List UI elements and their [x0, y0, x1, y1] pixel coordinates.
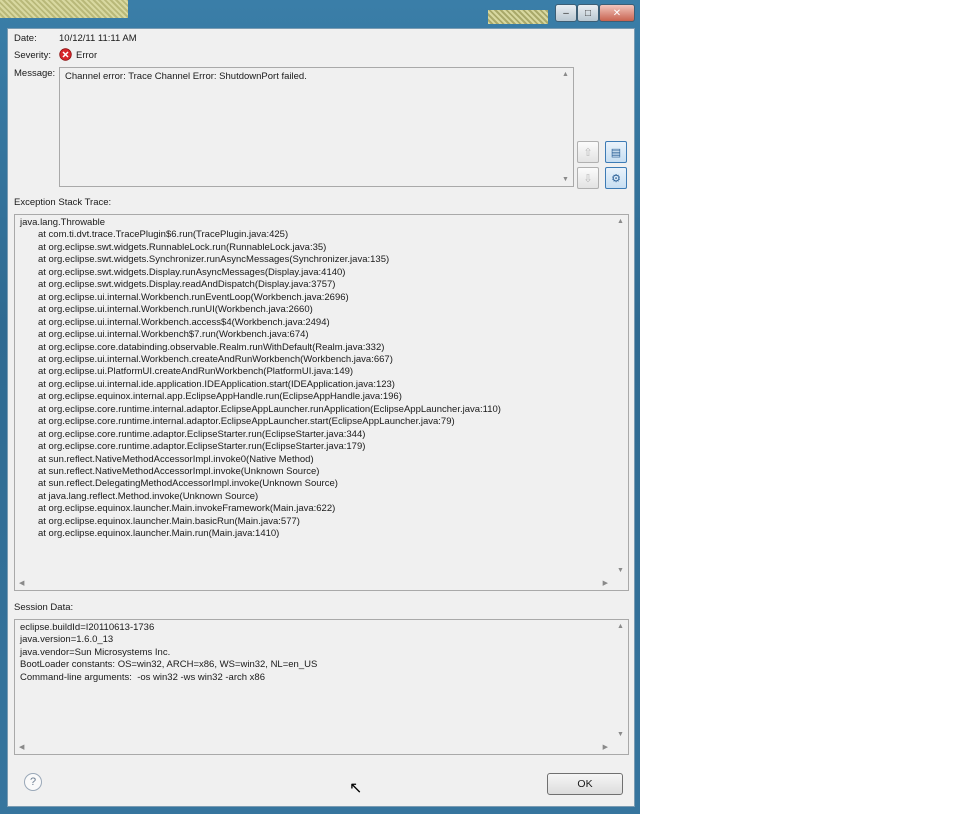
- scroll-up-icon[interactable]: ▲: [617, 218, 624, 225]
- title-bar[interactable]: – □ ✕: [0, 0, 640, 28]
- session-data-box[interactable]: eclipse.buildId=I20110613-1736 java.versi…: [14, 619, 629, 755]
- ok-button[interactable]: OK: [547, 773, 623, 795]
- title-bar-pattern: [0, 0, 128, 18]
- scroll-left-icon[interactable]: ◀: [19, 743, 24, 751]
- session-data-line: java.version=1.6.0_13: [20, 634, 114, 646]
- message-text: Channel error: Trace Channel Error: Shut…: [65, 71, 307, 82]
- scroll-up-icon[interactable]: ▲: [617, 623, 624, 630]
- scroll-right-icon[interactable]: ▶: [603, 743, 608, 751]
- stack-trace-line: at org.eclipse.equinox.launcher.Main.bas…: [38, 515, 300, 527]
- session-data-text: eclipse.buildId=I20110613-1736 java.versi…: [20, 622, 610, 740]
- stack-trace-box[interactable]: java.lang.Throwable at com.ti.dvt.trace.T…: [14, 214, 629, 591]
- previous-entry-button[interactable]: ⇧: [577, 141, 599, 163]
- stack-trace-label: Exception Stack Trace:: [14, 197, 112, 208]
- help-icon[interactable]: ?: [24, 773, 42, 791]
- stack-trace-line: at org.eclipse.core.runtime.adaptor.Ecli…: [38, 428, 366, 440]
- stack-trace-line: at org.eclipse.ui.internal.ide.applicati…: [38, 378, 395, 390]
- scroll-up-icon[interactable]: ▲: [562, 71, 569, 78]
- scroll-down-icon[interactable]: ▼: [617, 567, 624, 574]
- close-button[interactable]: ✕: [599, 4, 635, 22]
- message-vertical-scrollbar[interactable]: ▲ ▼: [558, 68, 573, 186]
- stack-trace-line: at org.eclipse.equinox.launcher.Main.inv…: [38, 503, 336, 515]
- stack-vertical-scrollbar[interactable]: ▲ ▼: [613, 215, 628, 577]
- stack-trace-line: at org.eclipse.ui.internal.Workbench.cre…: [38, 353, 393, 365]
- maximize-button[interactable]: □: [577, 4, 599, 22]
- scroll-left-icon[interactable]: ◀: [19, 579, 24, 587]
- session-data-label: Session Data:: [14, 602, 74, 613]
- stack-trace-line: at org.eclipse.swt.widgets.Synchronizer.…: [38, 254, 390, 266]
- error-icon: [59, 48, 72, 64]
- stack-horizontal-scrollbar[interactable]: ◀ ▶: [15, 577, 628, 590]
- stack-trace-line: at org.eclipse.swt.widgets.Display.runAs…: [38, 266, 346, 278]
- scroll-down-icon[interactable]: ▼: [562, 176, 569, 183]
- stack-trace-line: at org.eclipse.core.runtime.adaptor.Ecli…: [38, 441, 366, 453]
- stack-trace-line: at org.eclipse.core.databinding.observab…: [38, 341, 385, 353]
- message-box[interactable]: Channel error: Trace Channel Error: Shut…: [59, 67, 574, 187]
- session-data-line: java.vendor=Sun Microsystems Inc.: [20, 646, 171, 658]
- session-vertical-scrollbar[interactable]: ▲ ▼: [613, 620, 628, 741]
- stack-trace-line: at org.eclipse.equinox.launcher.Main.run…: [38, 528, 280, 540]
- stack-trace-line: at org.eclipse.equinox.internal.app.Ecli…: [38, 391, 402, 403]
- scroll-down-icon[interactable]: ▼: [617, 731, 624, 738]
- stack-trace-line: at org.eclipse.core.runtime.internal.ada…: [38, 416, 455, 428]
- stack-trace-line: at com.ti.dvt.trace.TracePlugin$6.run(Tr…: [38, 229, 289, 241]
- session-data-line: Command-line arguments: -os win32 -ws wi…: [20, 671, 265, 683]
- title-bar-pattern-right: [488, 10, 548, 24]
- mouse-cursor-icon: ↖: [349, 780, 363, 797]
- filter-button[interactable]: ⚙: [605, 167, 627, 189]
- minimize-button[interactable]: –: [555, 4, 577, 22]
- stack-trace-line: at sun.reflect.NativeMethodAccessorImpl.…: [38, 466, 320, 477]
- stack-trace-line: at java.lang.reflect.Method.invoke(Unkno…: [38, 490, 259, 502]
- session-data-line: BootLoader constants: OS=win32, ARCH=x86…: [20, 659, 318, 671]
- stack-trace-line: at org.eclipse.swt.widgets.Display.readA…: [38, 279, 336, 291]
- copy-button[interactable]: ▤: [605, 141, 627, 163]
- session-horizontal-scrollbar[interactable]: ◀ ▶: [15, 741, 628, 754]
- error-details-window: – □ ✕ Date: 10/12/11 11:11 AM Severity: …: [0, 0, 640, 814]
- stack-trace-line: at org.eclipse.swt.widgets.RunnableLock.…: [38, 241, 327, 253]
- stack-trace-line: at org.eclipse.ui.PlatformUI.createAndRu…: [38, 366, 354, 378]
- severity-label: Severity:: [14, 50, 51, 61]
- session-data-line: eclipse.buildId=I20110613-1736: [20, 622, 155, 633]
- stack-trace-line: at org.eclipse.ui.internal.Workbench$7.r…: [38, 329, 309, 341]
- stack-trace-line: java.lang.Throwable: [20, 217, 106, 228]
- date-label: Date:: [14, 33, 37, 44]
- stack-trace-line: at sun.reflect.NativeMethodAccessorImpl.…: [38, 453, 314, 465]
- stack-trace-line: at org.eclipse.core.runtime.internal.ada…: [38, 403, 501, 415]
- stack-trace-line: at org.eclipse.ui.internal.Workbench.run…: [38, 291, 349, 303]
- stack-trace-text: java.lang.Throwable at com.ti.dvt.trace.T…: [20, 217, 610, 576]
- next-entry-button[interactable]: ⇩: [577, 167, 599, 189]
- severity-value: Error: [76, 50, 98, 61]
- date-value: 10/12/11 11:11 AM: [59, 33, 137, 44]
- message-label: Message:: [14, 68, 56, 79]
- stack-trace-line: at sun.reflect.DelegatingMethodAccessorI…: [38, 478, 338, 490]
- scroll-right-icon[interactable]: ▶: [603, 579, 608, 587]
- stack-trace-line: at org.eclipse.ui.internal.Workbench.run…: [38, 304, 313, 316]
- dialog-client-area: Date: 10/12/11 11:11 AM Severity: Error …: [7, 28, 635, 807]
- stack-trace-line: at org.eclipse.ui.internal.Workbench.acc…: [38, 316, 330, 328]
